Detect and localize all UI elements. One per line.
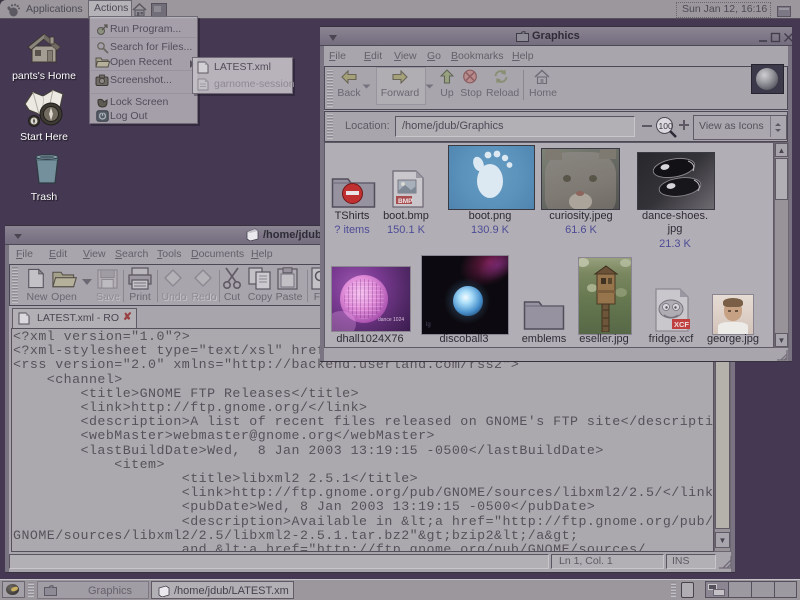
svg-text:BMP: BMP — [398, 198, 413, 205]
svg-text:XCF: XCF — [674, 320, 689, 329]
